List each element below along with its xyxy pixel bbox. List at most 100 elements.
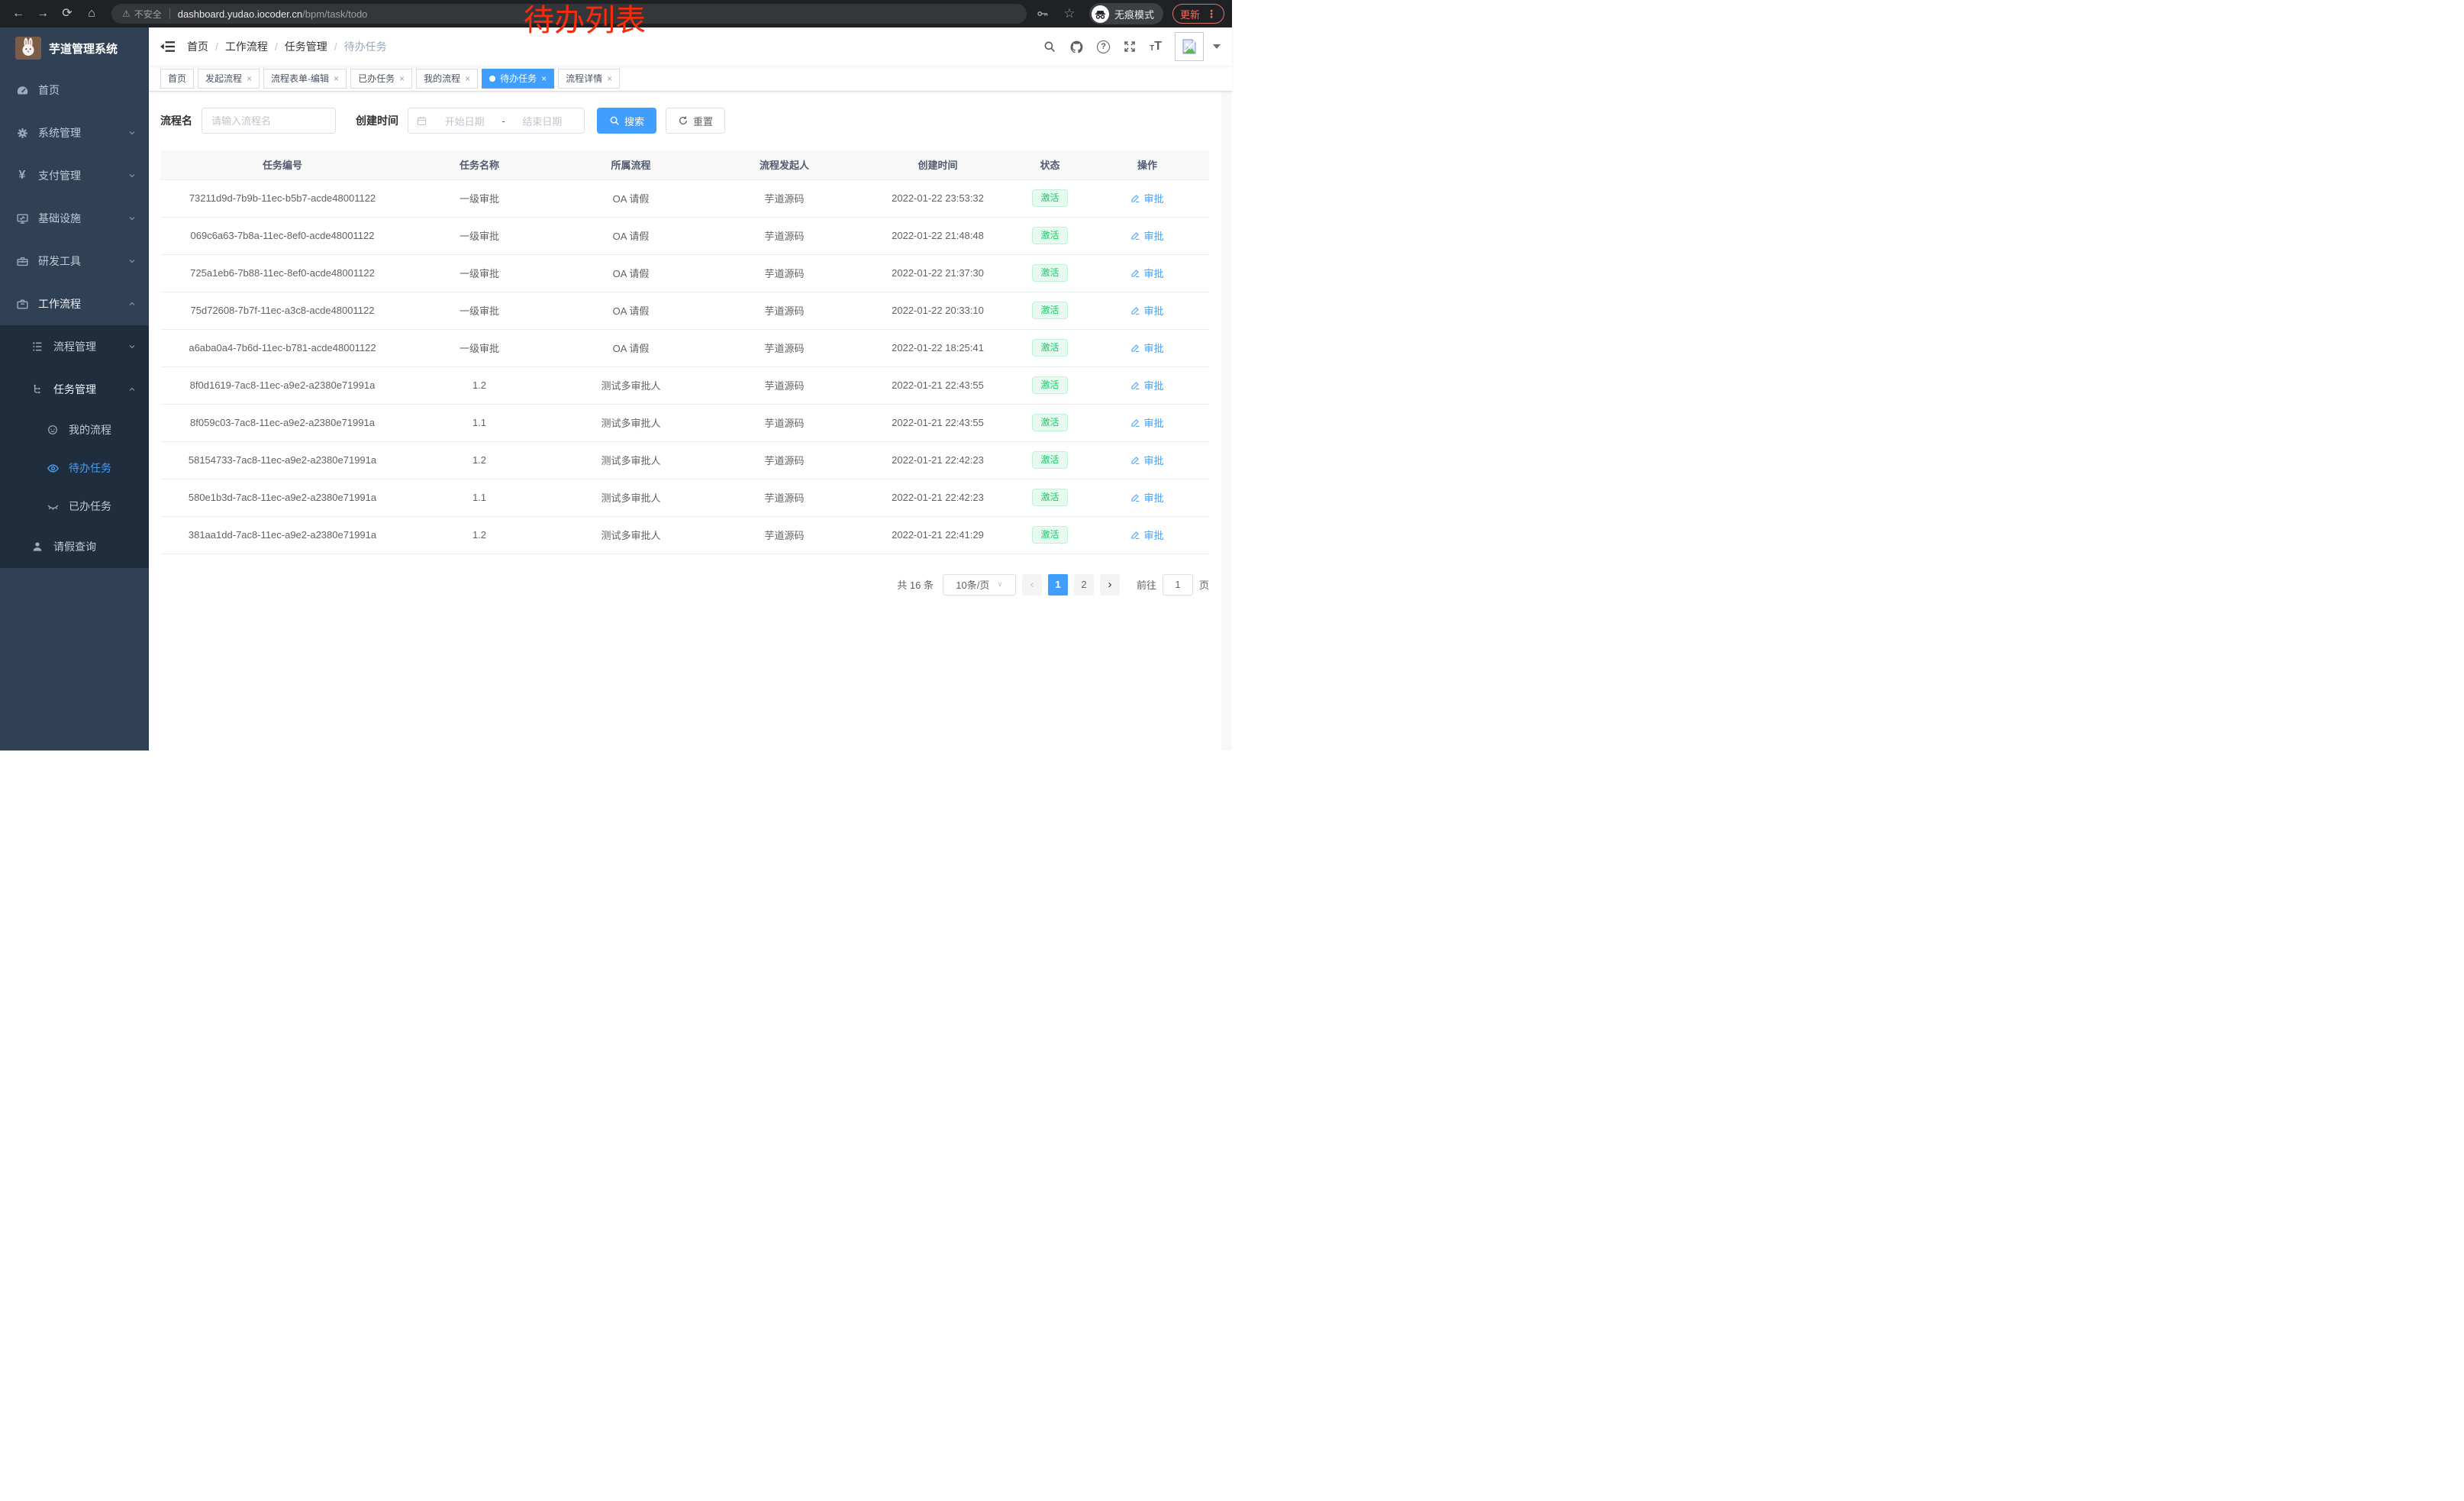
- update-label: 更新: [1180, 7, 1200, 21]
- fullscreen-icon[interactable]: [1123, 40, 1137, 53]
- close-icon[interactable]: ×: [247, 74, 252, 83]
- cell-starter: 芋道源码: [708, 179, 861, 217]
- search-button[interactable]: 搜索: [597, 108, 656, 134]
- breadcrumb-workflow[interactable]: 工作流程: [225, 39, 268, 54]
- chevron-up-icon: [127, 299, 137, 308]
- approve-link[interactable]: 审批: [1130, 453, 1163, 467]
- close-icon[interactable]: ×: [541, 74, 547, 83]
- browser-menu-icon[interactable]: ⋮: [1206, 8, 1217, 21]
- address-bar[interactable]: ⚠ 不安全 dashboard.yudao.iocoder.cn/bpm/tas…: [111, 4, 1027, 24]
- sidebar-item-label: 请假查询: [53, 539, 96, 554]
- close-icon[interactable]: ×: [465, 74, 470, 83]
- cell-created-time: 2022-01-21 22:43:55: [861, 366, 1014, 404]
- approve-link[interactable]: 审批: [1130, 415, 1163, 430]
- sidebar-collapse-icon[interactable]: [160, 40, 175, 53]
- tab-label: 发起流程: [205, 72, 242, 85]
- cell-starter: 芋道源码: [708, 441, 861, 479]
- date-range-picker[interactable]: 开始日期 - 结束日期: [408, 108, 585, 134]
- sidebar-item-system[interactable]: 系统管理: [0, 111, 149, 154]
- refresh-icon: [678, 115, 689, 126]
- app-logo[interactable]: 芋道管理系统: [0, 27, 149, 69]
- list-tree-icon: [31, 341, 44, 353]
- table-row: 580e1b3d-7ac8-11ec-a9e2-a2380e71991a 1.1…: [160, 479, 1209, 516]
- tab-home[interactable]: 首页: [160, 69, 194, 89]
- tab-process-detail[interactable]: 流程详情 ×: [558, 69, 620, 89]
- bookmark-star-icon[interactable]: ☆: [1059, 3, 1080, 24]
- browser-update-button[interactable]: 更新 ⋮: [1172, 4, 1224, 24]
- end-date-placeholder[interactable]: 结束日期: [508, 114, 576, 128]
- help-icon[interactable]: ?: [1097, 40, 1110, 53]
- approve-link[interactable]: 审批: [1130, 266, 1163, 280]
- password-key-icon[interactable]: [1036, 7, 1050, 21]
- approve-link[interactable]: 审批: [1130, 528, 1163, 542]
- page-size-select[interactable]: 10条/页 ∨: [943, 574, 1016, 596]
- start-date-placeholder[interactable]: 开始日期: [431, 114, 498, 128]
- browser-reload-button[interactable]: ⟳: [56, 3, 78, 24]
- font-size-icon[interactable]: TT: [1150, 40, 1162, 53]
- approve-link[interactable]: 审批: [1130, 341, 1163, 355]
- tab-todo-tasks[interactable]: 待办任务 ×: [482, 69, 554, 89]
- tab-done-tasks[interactable]: 已办任务 ×: [350, 69, 412, 89]
- breadcrumb-home[interactable]: 首页: [187, 39, 208, 54]
- sidebar-item-done-tasks[interactable]: 已办任务: [0, 487, 149, 525]
- cell-status: 激活: [1014, 516, 1085, 554]
- table-row: 381aa1dd-7ac8-11ec-a9e2-a2380e71991a 1.2…: [160, 516, 1209, 554]
- close-icon[interactable]: ×: [399, 74, 405, 83]
- dashboard-icon: [15, 84, 29, 97]
- sidebar-item-home[interactable]: 首页: [0, 69, 149, 111]
- approve-link[interactable]: 审批: [1130, 303, 1163, 318]
- monitor-icon: [15, 212, 29, 225]
- sidebar-item-devtools[interactable]: 研发工具: [0, 240, 149, 282]
- avatar[interactable]: [1175, 32, 1204, 61]
- goto-page-input[interactable]: [1163, 574, 1193, 596]
- chevron-down-icon: [127, 257, 137, 266]
- cell-process: 测试多审批人: [554, 366, 708, 404]
- chevron-up-icon: [127, 385, 137, 394]
- sidebar-item-leave-query[interactable]: 请假查询: [0, 525, 149, 568]
- close-icon[interactable]: ×: [607, 74, 612, 83]
- approve-link[interactable]: 审批: [1130, 191, 1163, 205]
- security-status[interactable]: ⚠ 不安全: [122, 8, 162, 21]
- column-header: 任务名称: [405, 150, 554, 179]
- sidebar-item-workflow[interactable]: 工作流程: [0, 282, 149, 325]
- sidebar-item-todo-tasks[interactable]: 待办任务: [0, 449, 149, 487]
- tab-start-process[interactable]: 发起流程 ×: [198, 69, 260, 89]
- close-icon[interactable]: ×: [334, 74, 339, 83]
- reset-button[interactable]: 重置: [666, 108, 725, 134]
- cell-task-name: 一级审批: [405, 329, 554, 366]
- process-name-input[interactable]: [202, 108, 336, 134]
- approve-link[interactable]: 审批: [1130, 490, 1163, 505]
- sidebar-item-payment[interactable]: ¥ 支付管理: [0, 154, 149, 197]
- approve-link[interactable]: 审批: [1130, 228, 1163, 243]
- github-icon[interactable]: [1069, 40, 1084, 54]
- app-title: 芋道管理系统: [49, 40, 118, 56]
- pagination-page-1[interactable]: 1: [1048, 574, 1068, 596]
- approve-link[interactable]: 审批: [1130, 378, 1163, 392]
- browser-back-button[interactable]: ←: [8, 3, 29, 24]
- pagination-next-button[interactable]: ›: [1100, 574, 1120, 596]
- tab-process-form-edit[interactable]: 流程表单-编辑 ×: [263, 69, 347, 89]
- browser-forward-button[interactable]: →: [32, 3, 53, 24]
- cell-task-name: 1.2: [405, 441, 554, 479]
- search-icon[interactable]: [1043, 40, 1056, 53]
- edit-pencil-icon: [1130, 231, 1140, 240]
- cell-process: 测试多审批人: [554, 441, 708, 479]
- task-table: 任务编号任务名称所属流程流程发起人创建时间状态操作 73211d9d-7b9b-…: [160, 150, 1209, 554]
- calendar-icon: [416, 115, 427, 127]
- cell-process: 测试多审批人: [554, 404, 708, 441]
- goto-label: 前往: [1137, 577, 1156, 592]
- status-badge: 激活: [1032, 264, 1067, 281]
- avatar-caret-icon[interactable]: [1213, 44, 1221, 49]
- approve-link-label: 审批: [1143, 228, 1163, 243]
- sidebar-item-task-management[interactable]: 任务管理: [0, 368, 149, 411]
- scrollbar-track[interactable]: [1221, 92, 1232, 750]
- pagination-prev-button[interactable]: ‹: [1022, 574, 1042, 596]
- sidebar-item-process-management[interactable]: 流程管理: [0, 325, 149, 368]
- breadcrumb-task-management[interactable]: 任务管理: [285, 39, 327, 54]
- sidebar-item-infrastructure[interactable]: 基础设施: [0, 197, 149, 240]
- sidebar-item-my-process[interactable]: 我的流程: [0, 411, 149, 449]
- tab-my-process[interactable]: 我的流程 ×: [416, 69, 478, 89]
- cell-task-id: 73211d9d-7b9b-11ec-b5b7-acde48001122: [160, 179, 405, 217]
- browser-home-button[interactable]: ⌂: [81, 3, 102, 24]
- pagination-page-2[interactable]: 2: [1074, 574, 1094, 596]
